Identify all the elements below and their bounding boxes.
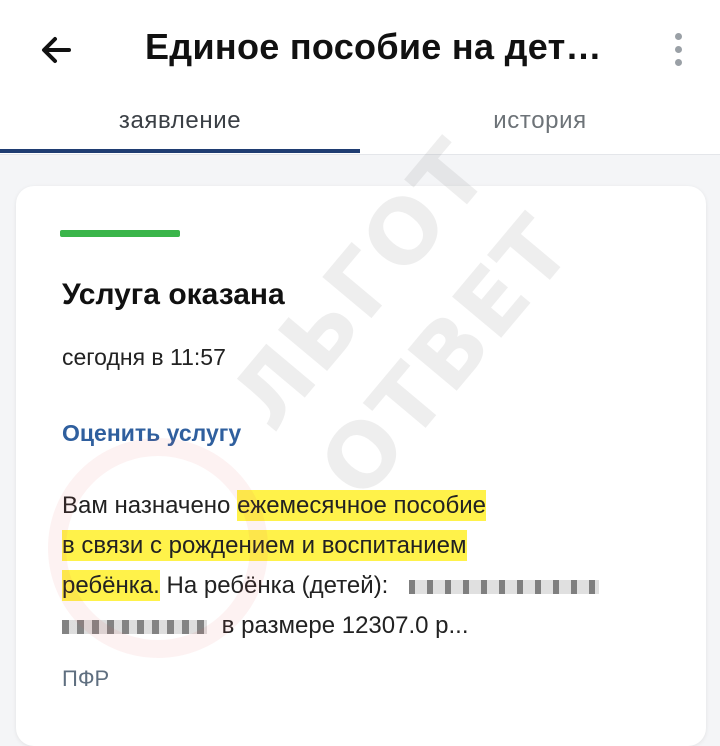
tab-history[interactable]: история (360, 92, 720, 150)
arrow-left-icon (42, 37, 71, 63)
status-indicator (60, 230, 180, 237)
message-highlight-1: ежемесячное пособие (237, 490, 486, 521)
rate-service-link[interactable]: Оценить услугу (62, 420, 241, 447)
redacted-child-name (409, 579, 600, 594)
status-message: Вам назначено ежемесячное пособие в связ… (62, 486, 682, 646)
app-header: Единое пособие на дет… (0, 0, 720, 92)
source-label: ПФР (62, 666, 110, 691)
more-options-button[interactable] (660, 24, 696, 74)
status-time: сегодня в 11:57 (62, 344, 226, 370)
back-button[interactable] (30, 24, 82, 76)
status-card: Услуга оказана сегодня в 11:57 Оценить у… (16, 186, 706, 746)
message-prefix: Вам назначено (62, 492, 231, 519)
tab-application[interactable]: заявление (0, 92, 360, 150)
message-amount: в размере 12307.0 р... (221, 612, 469, 639)
message-highlight-3: ребёнка. (62, 570, 160, 601)
active-tab-indicator (0, 149, 360, 153)
status-title: Услуга оказана (62, 278, 285, 311)
message-children-label: На ребёнка (детей): (166, 572, 389, 599)
tab-bar: заявление история (0, 92, 720, 155)
message-highlight-2: в связи с рождением и воспитанием (62, 530, 467, 561)
redacted-child-name-part (62, 619, 207, 634)
more-vertical-icon (674, 32, 682, 40)
page-title: Единое пособие на дет… (145, 26, 602, 67)
